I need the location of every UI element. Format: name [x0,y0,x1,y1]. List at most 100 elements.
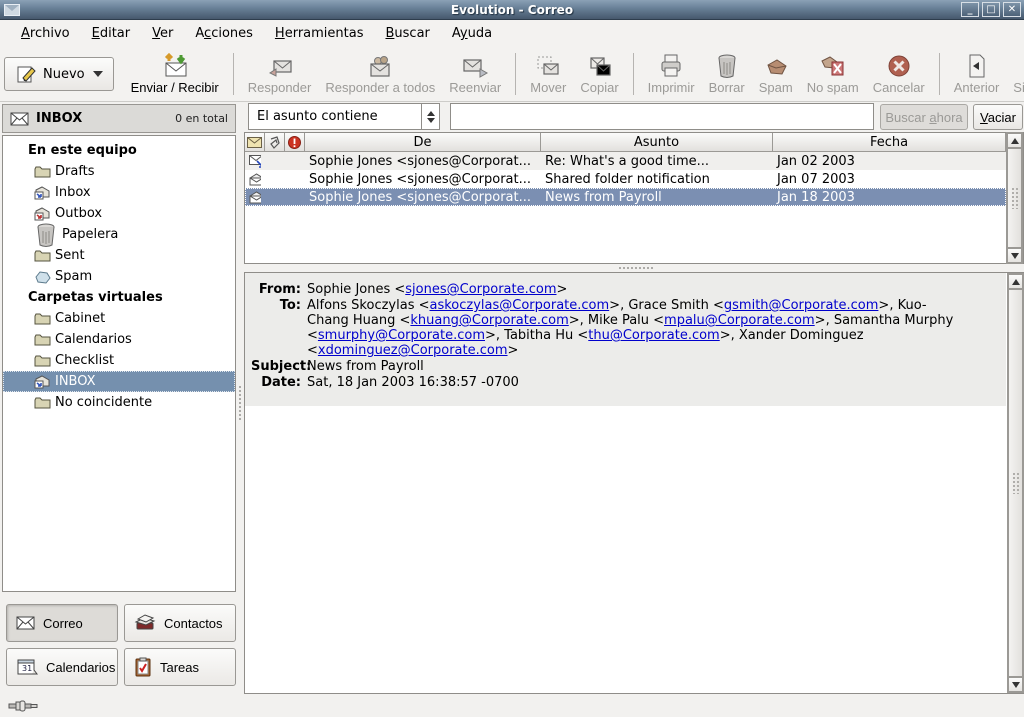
read-icon [245,172,265,186]
scroll-down-icon[interactable] [1007,248,1022,263]
titlebar[interactable]: Evolution - Correo _ □ ✕ [0,0,1024,20]
trash-icon [34,222,58,248]
search-scope-select[interactable]: El asunto contiene [248,103,440,130]
contacts-icon [134,613,156,633]
splitter-grip[interactable] [238,385,243,421]
priority-column-header[interactable] [285,133,305,152]
header-field-date: Date: Sat, 18 Jan 2003 16:38:57 -0700 [251,375,1000,390]
email-address-link[interactable]: smurphy@Corporate.com [318,328,485,343]
evolution-window: { "window": { "title": "Evolution - Corr… [0,0,1024,717]
toolbar-button-label: Mover [530,80,567,95]
clear-search-button[interactable]: Vaciar [973,104,1023,130]
folder-item-checklist[interactable]: Checklist [3,350,235,371]
delete-button: Borrar [702,51,752,97]
reply-all-icon [366,53,394,79]
splitter-grip[interactable] [618,266,654,271]
email-address-link[interactable]: gsmith@Corporate.com [724,298,879,313]
toolbar-button-label: Anterior [953,80,1000,95]
folder-item-papelera[interactable]: Papelera [3,222,235,248]
header-field-value: Alfons Skoczylas <askoczylas@Corporate.c… [307,298,954,358]
compose-icon [15,63,37,85]
attachment-column-header[interactable] [265,133,285,152]
menu-archivo[interactable]: Archivo [10,22,81,45]
email-address-link[interactable]: sjones@Corporate.com [405,282,556,297]
cancel-icon [886,53,912,79]
folder-item-drafts[interactable]: Drafts [3,161,235,182]
email-address-link[interactable]: mpalu@Corporate.com [664,313,815,328]
switcher-contactos-button[interactable]: Contactos [124,604,236,642]
tree-group-label: Carpetas virtuales [28,290,163,305]
message-row[interactable]: Sophie Jones <sjones@Corporat... Re: What… [245,152,1006,170]
message-row[interactable]: Sophie Jones <sjones@Corporat... Shared f… [245,170,1006,188]
online-status-icon[interactable] [8,700,38,712]
toolbar-button-label: Borrar [708,80,745,95]
scrollbar-thumb[interactable] [1008,289,1023,677]
new-button[interactable]: Nuevo [4,57,114,91]
scroll-up-icon[interactable] [1007,133,1022,148]
close-button[interactable]: ✕ [1003,2,1021,17]
menu-buscar[interactable]: Buscar [374,22,440,45]
menu-ver[interactable]: Ver [141,22,184,45]
status-bar [0,694,1024,717]
pane-splitter[interactable] [244,264,1024,272]
message-subject: Shared folder notification [545,171,710,187]
move-icon [535,53,561,79]
scroll-down-icon[interactable] [1008,677,1023,692]
email-address-link[interactable]: khuang@Corporate.com [410,313,568,328]
expander-triangle-icon[interactable] [8,145,20,156]
tree-group-carpetas-virtuales[interactable]: Carpetas virtuales [3,287,235,308]
maximize-button[interactable]: □ [982,2,1000,17]
folder-item-sent[interactable]: Sent [3,245,235,266]
window-title: Evolution - Correo [450,2,574,17]
minimize-button[interactable]: _ [961,2,979,17]
switcher-tareas-button[interactable]: Tareas [124,648,236,686]
menu-herramientas[interactable]: Herramientas [264,22,375,45]
folder-item-cabinet[interactable]: Cabinet [3,308,235,329]
send-receive-button[interactable]: Enviar / Recibir [124,51,226,97]
email-address-link[interactable]: thu@Corporate.com [588,328,719,343]
folder-icon [34,354,51,368]
menu-acciones[interactable]: Acciones [184,22,264,45]
column-header-subject[interactable]: Asunto [541,133,773,152]
spinner-icon[interactable] [421,104,439,129]
folder-item-inbox[interactable]: Inbox [3,182,235,203]
header-field-subject: Subject: News from Payroll [251,359,1000,374]
menu-editar[interactable]: Editar [81,22,142,45]
search-scope-value: El asunto contiene [257,109,378,124]
forward-button: Reenviar [442,51,508,97]
column-header-date[interactable]: Fecha [773,133,1006,152]
message-status-column-header[interactable] [245,133,265,152]
reply-all-button: Responder a todos [318,51,442,97]
calendar-icon: 31 [16,657,38,677]
header-field-label: From: [258,282,301,297]
column-header-from[interactable]: De [305,133,541,152]
email-address-link[interactable]: askoczylas@Corporate.com [430,298,610,313]
preview-scrollbar[interactable] [1007,273,1024,693]
message-row[interactable]: Sophie Jones <sjones@Corporat... News fro… [245,188,1006,206]
switcher-calendarios-button[interactable]: 31 Calendarios [6,648,118,686]
move-button: Mover [523,51,573,97]
email-address-link[interactable]: xdominguez@Corporate.com [318,343,508,358]
preview-pane: From: Sophie Jones <sjones@Corporate.com>… [244,272,1024,694]
sidebar-splitter[interactable] [237,102,244,717]
no-spam-icon [819,53,847,79]
scrollbar-thumb[interactable] [1007,148,1022,248]
folder-item-inbox[interactable]: INBOX [3,371,235,392]
switcher-correo-button[interactable]: Correo [6,604,118,642]
expander-triangle-icon[interactable] [8,292,20,303]
send-receive-icon [160,53,190,79]
folder-icon [34,312,51,326]
folder-item-spam[interactable]: Spam [3,266,235,287]
search-input[interactable] [450,103,874,130]
folder-item-calendarios[interactable]: Calendarios [3,329,235,350]
toolbar-separator [515,53,517,95]
cancel-button: Cancelar [866,51,932,97]
folder-header[interactable]: INBOX 0 en total [2,104,236,133]
menu-ayuda[interactable]: Ayuda [441,22,503,45]
tree-group-en-este-equipo[interactable]: En este equipo [3,140,235,161]
folder-item-no-coincidente[interactable]: No coincidente [3,392,235,413]
header-field-label: Date: [261,375,301,390]
toolbar-button-label: Cancelar [872,80,925,95]
message-list-scrollbar[interactable] [1006,132,1023,264]
scroll-up-icon[interactable] [1008,274,1023,289]
